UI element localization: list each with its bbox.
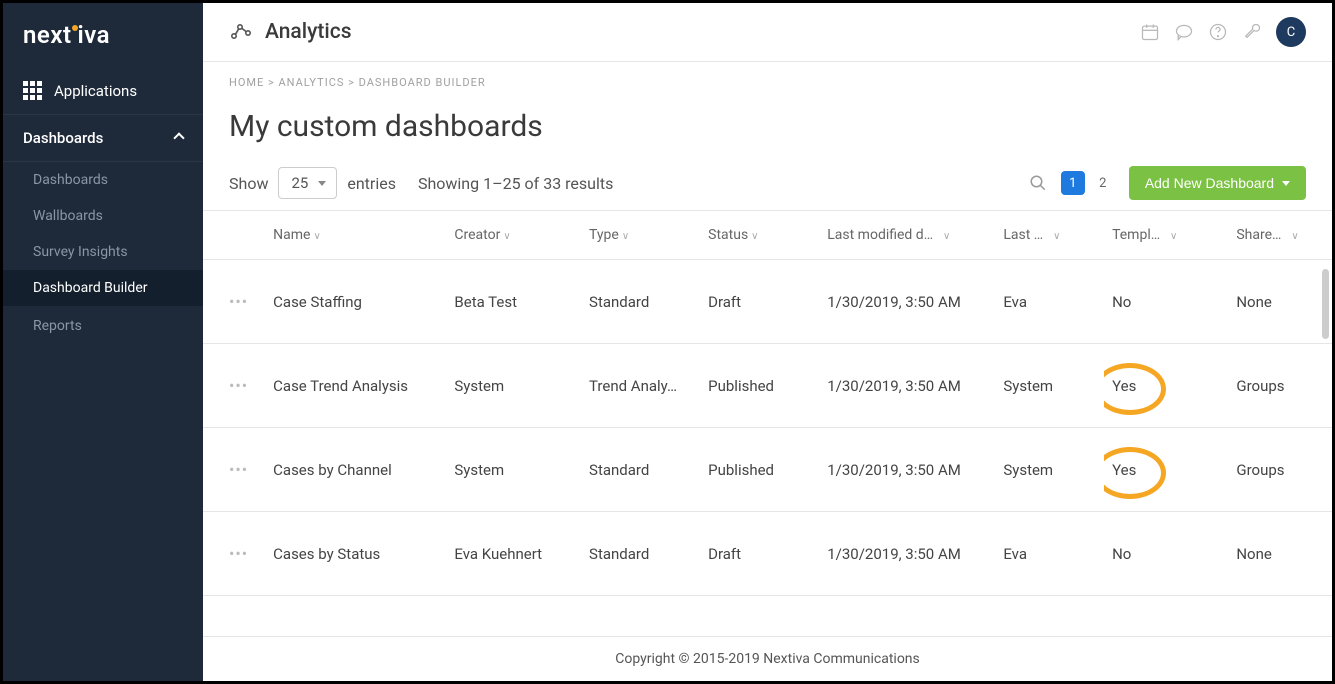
help-icon[interactable] [1208,22,1228,42]
cell-type: Standard [581,260,700,344]
breadcrumb-current: DASHBOARD BUILDER [359,76,486,89]
col-template[interactable]: Templ… ∨ [1104,211,1228,260]
cell-name: Case Trend Analysis [265,344,446,428]
apps-grid-icon [23,81,42,100]
page-1[interactable]: 1 [1061,171,1085,195]
cell-template: Yes [1104,344,1228,428]
table-row[interactable]: ••• Cases by Channel System Standard Pub… [203,428,1332,512]
sidebar-item-dashboards[interactable]: Dashboards [3,162,203,198]
sidebar-item-wallboards[interactable]: Wallboards [3,198,203,234]
cell-shared: Groups [1228,344,1332,428]
add-new-dashboard-button[interactable]: Add New Dashboard [1129,166,1306,200]
cell-creator: System [446,428,581,512]
col-creator[interactable]: Creator∨ [446,211,581,260]
table-row[interactable]: ••• Case Trend Analysis System Trend Ana… [203,344,1332,428]
cell-creator: Eva Kuehnert [446,512,581,596]
avatar[interactable]: C [1276,17,1306,47]
cell-status: Draft [700,512,819,596]
col-type[interactable]: Type∨ [581,211,700,260]
breadcrumb: HOME > ANALYTICS > DASHBOARD BUILDER [203,62,1332,95]
cell-shared: Groups [1228,428,1332,512]
entries-select[interactable]: 25 [278,167,337,199]
row-actions-icon[interactable]: ••• [229,376,248,395]
cell-modified: 1/30/2019, 3:50 AM [819,512,995,596]
table-row[interactable]: ••• Cases by Status Eva Kuehnert Standar… [203,512,1332,596]
cell-status: Published [700,428,819,512]
col-status[interactable]: Status∨ [700,211,819,260]
page-title: My custom dashboards [203,95,1332,166]
row-actions-icon[interactable]: ••• [229,544,248,563]
breadcrumb-home[interactable]: HOME [229,76,264,89]
table-row[interactable]: ••• Case Staffing Beta Test Standard Dra… [203,260,1332,344]
pagination: 1 2 [1061,171,1115,195]
logo: nextiva [3,3,203,67]
sidebar-item-reports[interactable]: Reports [3,306,203,346]
col-modified[interactable]: Last modified d… ∨ [819,211,995,260]
calendar-icon[interactable] [1140,22,1160,42]
cell-name: Cases by Status [265,512,446,596]
cell-modified: 1/30/2019, 3:50 AM [819,260,995,344]
settings-icon[interactable] [1242,22,1262,42]
nav-applications-label: Applications [54,82,137,100]
cell-template: Yes [1104,428,1228,512]
scrollbar[interactable] [1322,269,1329,339]
col-shared[interactable]: Share… ∨ [1228,211,1332,260]
cell-shared: None [1228,260,1332,344]
cell-modifier: System [995,428,1104,512]
results-text: Showing 1–25 of 33 results [418,174,613,193]
cell-type: Trend Analy… [581,344,700,428]
row-actions-icon[interactable]: ••• [229,460,248,479]
cell-creator: Beta Test [446,260,581,344]
nav-dashboards-header[interactable]: Dashboards [3,115,203,162]
col-modifier[interactable]: Last … ∨ [995,211,1104,260]
controls-row: Show 25 entries Showing 1–25 of 33 resul… [203,166,1332,210]
cell-status: Published [700,344,819,428]
search-icon[interactable] [1029,174,1047,192]
main: Analytics C HOME > [203,3,1332,681]
nav-dashboards-label: Dashboards [23,129,103,147]
cell-modifier: System [995,344,1104,428]
footer: Copyright © 2015-2019 Nextiva Communicat… [203,636,1332,681]
sidebar: nextiva Applications Dashboards Dashboar… [3,3,203,681]
cell-modifier: Eva [995,260,1104,344]
cell-template: No [1104,260,1228,344]
chat-icon[interactable] [1174,22,1194,42]
cell-name: Cases by Channel [265,428,446,512]
cell-shared: None [1228,512,1332,596]
cell-creator: System [446,344,581,428]
cell-name: Case Staffing [265,260,446,344]
sidebar-item-dashboard-builder[interactable]: Dashboard Builder [3,270,203,306]
breadcrumb-analytics[interactable]: ANALYTICS [279,76,345,89]
analytics-icon [229,18,253,46]
cell-modified: 1/30/2019, 3:50 AM [819,344,995,428]
sidebar-item-survey-insights[interactable]: Survey Insights [3,234,203,270]
cell-status: Draft [700,260,819,344]
entries-label: entries [347,174,396,193]
page-header-title: Analytics [265,20,352,44]
page-2[interactable]: 2 [1091,171,1115,195]
cell-template: No [1104,512,1228,596]
caret-down-icon [1282,181,1290,186]
table-wrap: Name∨ Creator∨ Type∨ Status∨ Last modifi… [203,210,1332,636]
chevron-up-icon [173,132,184,143]
nav-applications[interactable]: Applications [3,67,203,115]
show-label: Show [229,174,268,193]
header: Analytics C [203,3,1332,62]
dashboards-table: Name∨ Creator∨ Type∨ Status∨ Last modifi… [203,211,1332,596]
col-name[interactable]: Name∨ [265,211,446,260]
cell-type: Standard [581,512,700,596]
row-actions-icon[interactable]: ••• [229,292,248,311]
cell-type: Standard [581,428,700,512]
cell-modifier: Eva [995,512,1104,596]
cell-modified: 1/30/2019, 3:50 AM [819,428,995,512]
